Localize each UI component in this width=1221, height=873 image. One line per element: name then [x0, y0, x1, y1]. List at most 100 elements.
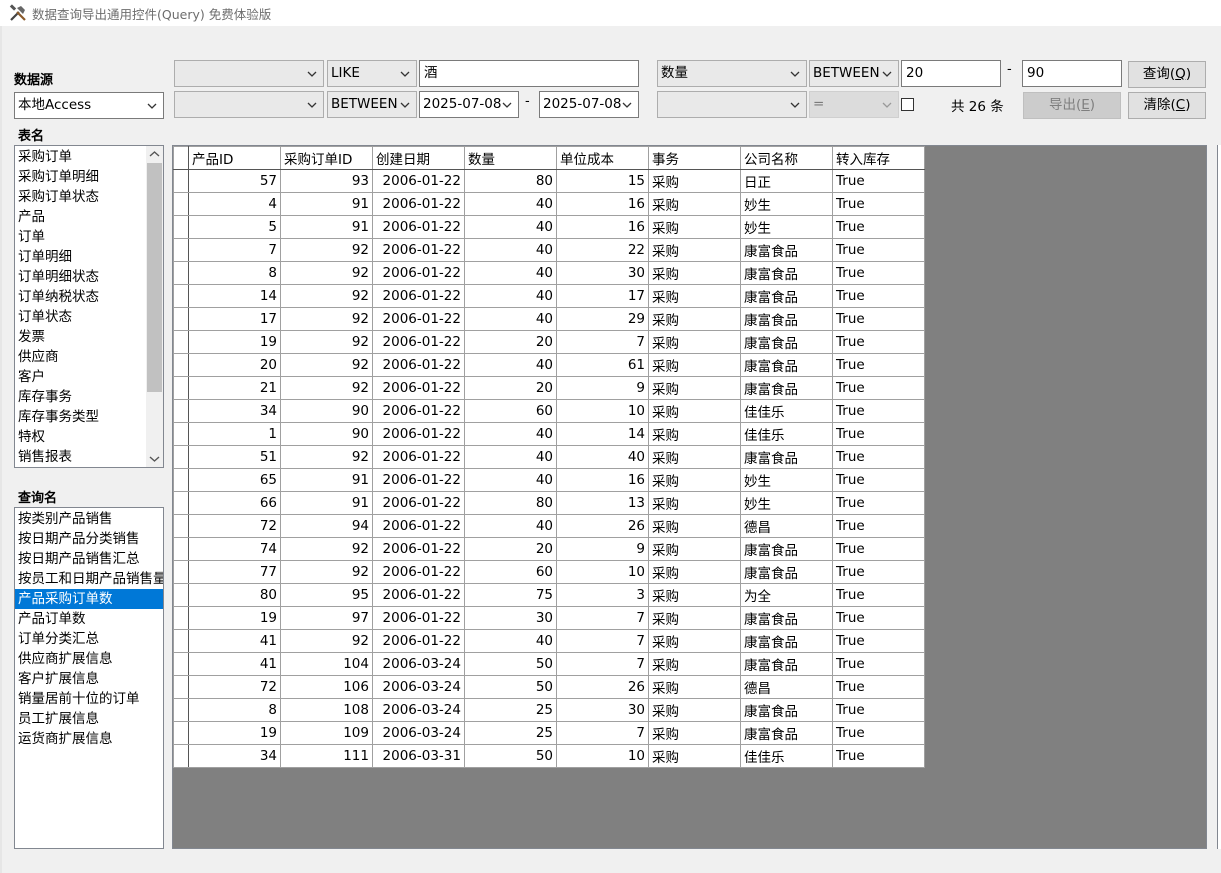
- table-cell[interactable]: 7: [556, 652, 649, 676]
- table-cell[interactable]: 14: [556, 422, 649, 446]
- table-cell[interactable]: 采购: [648, 744, 741, 768]
- query-list-item[interactable]: 员工扩展信息: [15, 709, 163, 729]
- table-cell[interactable]: 77: [188, 560, 281, 584]
- table-cell[interactable]: 德昌: [740, 675, 833, 699]
- filter1-value-input[interactable]: 酒: [419, 60, 639, 87]
- table-cell[interactable]: 康富食品: [740, 238, 833, 262]
- filter3-from-input[interactable]: 20: [901, 60, 1001, 87]
- table-cell[interactable]: 2006-01-22: [372, 284, 465, 308]
- table-cell[interactable]: 1: [188, 422, 281, 446]
- filter1-operator-select[interactable]: LIKE: [327, 60, 417, 87]
- table-row[interactable]: 4 91 2006-01-22 40 16 采购 妙生 True: [173, 192, 925, 216]
- row-header[interactable]: [173, 491, 189, 515]
- table-cell[interactable]: 5: [188, 215, 281, 239]
- table-cell[interactable]: True: [832, 721, 925, 745]
- table-cell[interactable]: 80: [464, 491, 557, 515]
- table-cell[interactable]: True: [832, 583, 925, 607]
- table-cell[interactable]: 40: [464, 514, 557, 538]
- table-cell[interactable]: 30: [556, 698, 649, 722]
- table-cell[interactable]: True: [832, 376, 925, 400]
- table-cell[interactable]: 92: [280, 537, 373, 561]
- table-row[interactable]: 72 94 2006-01-22 40 26 采购 德昌 True: [173, 514, 925, 538]
- table-cell[interactable]: 妙生: [740, 468, 833, 492]
- table-cell[interactable]: True: [832, 606, 925, 630]
- table-cell[interactable]: 40: [464, 307, 557, 331]
- table-cell[interactable]: 康富食品: [740, 353, 833, 377]
- table-cell[interactable]: 14: [188, 284, 281, 308]
- row-header[interactable]: [173, 284, 189, 308]
- table-cell[interactable]: True: [832, 445, 925, 469]
- table-cell[interactable]: 采购: [648, 422, 741, 446]
- table-cell[interactable]: 采购: [648, 192, 741, 216]
- row-header[interactable]: [173, 652, 189, 676]
- table-list-item[interactable]: 销售报表: [15, 447, 163, 467]
- table-cell[interactable]: 采购: [648, 169, 741, 193]
- table-cell[interactable]: 40: [464, 468, 557, 492]
- filter2-field-select[interactable]: [174, 91, 324, 118]
- table-cell[interactable]: 17: [556, 284, 649, 308]
- table-cell[interactable]: True: [832, 491, 925, 515]
- table-cell[interactable]: 佳佳乐: [740, 744, 833, 768]
- table-cell[interactable]: 92: [280, 284, 373, 308]
- table-cell[interactable]: True: [832, 675, 925, 699]
- table-cell[interactable]: True: [832, 468, 925, 492]
- queries-listbox[interactable]: 按类别产品销售 按日期产品分类销售 按日期产品销售汇总 按员工和日期产品销售量 产品采购…: [14, 507, 164, 849]
- table-cell[interactable]: 妙生: [740, 192, 833, 216]
- table-cell[interactable]: 91: [280, 215, 373, 239]
- table-list-item[interactable]: 采购订单状态: [15, 187, 163, 207]
- table-cell[interactable]: 8: [188, 261, 281, 285]
- table-cell[interactable]: 2006-01-22: [372, 307, 465, 331]
- table-cell[interactable]: 德昌: [740, 514, 833, 538]
- table-cell[interactable]: True: [832, 192, 925, 216]
- table-cell[interactable]: True: [832, 169, 925, 193]
- table-cell[interactable]: 26: [556, 675, 649, 699]
- table-row[interactable]: 20 92 2006-01-22 40 61 采购 康富食品 True: [173, 353, 925, 377]
- table-cell[interactable]: 40: [556, 445, 649, 469]
- table-cell[interactable]: 21: [188, 376, 281, 400]
- column-header[interactable]: 产品ID: [188, 146, 281, 170]
- row-header[interactable]: [173, 698, 189, 722]
- row-header[interactable]: [173, 261, 189, 285]
- table-cell[interactable]: 采购: [648, 514, 741, 538]
- table-cell[interactable]: 2006-01-22: [372, 376, 465, 400]
- table-cell[interactable]: 74: [188, 537, 281, 561]
- table-cell[interactable]: 10: [556, 744, 649, 768]
- table-list-item[interactable]: 订单纳税状态: [15, 287, 163, 307]
- table-cell[interactable]: 90: [280, 399, 373, 423]
- table-cell[interactable]: 20: [464, 537, 557, 561]
- table-cell[interactable]: 75: [464, 583, 557, 607]
- row-header[interactable]: [173, 169, 189, 193]
- table-cell[interactable]: 91: [280, 491, 373, 515]
- table-cell[interactable]: 92: [280, 560, 373, 584]
- filter1-field-select[interactable]: [174, 60, 324, 87]
- table-row[interactable]: 7 92 2006-01-22 40 22 采购 康富食品 True: [173, 238, 925, 262]
- tables-listbox[interactable]: 采购订单 采购订单明细 采购订单状态 产品 订单 订单明细 订单明细状态 订单纳税状态 订单状态…: [14, 145, 164, 468]
- table-cell[interactable]: 72: [188, 514, 281, 538]
- table-cell[interactable]: 2006-01-22: [372, 422, 465, 446]
- table-row[interactable]: 77 92 2006-01-22 60 10 采购 康富食品 True: [173, 560, 925, 584]
- table-cell[interactable]: 109: [280, 721, 373, 745]
- table-cell[interactable]: 92: [280, 238, 373, 262]
- table-cell[interactable]: 康富食品: [740, 652, 833, 676]
- query-button[interactable]: 查询(Q): [1128, 61, 1206, 88]
- column-header[interactable]: 公司名称: [740, 146, 833, 170]
- table-cell[interactable]: 17: [188, 307, 281, 331]
- table-row[interactable]: 8 92 2006-01-22 40 30 采购 康富食品 True: [173, 261, 925, 285]
- table-list-item[interactable]: 订单明细状态: [15, 267, 163, 287]
- table-cell[interactable]: 92: [280, 445, 373, 469]
- table-cell[interactable]: 2006-03-24: [372, 698, 465, 722]
- query-list-item[interactable]: 按日期产品分类销售: [15, 529, 163, 549]
- table-cell[interactable]: 50: [464, 652, 557, 676]
- column-header[interactable]: 创建日期: [372, 146, 465, 170]
- table-cell[interactable]: 61: [556, 353, 649, 377]
- table-cell[interactable]: 2006-03-24: [372, 652, 465, 676]
- table-cell[interactable]: 92: [280, 261, 373, 285]
- table-cell[interactable]: 采购: [648, 399, 741, 423]
- table-list-item[interactable]: 采购订单: [15, 147, 163, 167]
- scroll-down-icon[interactable]: [146, 450, 163, 467]
- table-cell[interactable]: 20: [188, 353, 281, 377]
- filter2-date-to[interactable]: 2025-07-08: [539, 91, 639, 118]
- table-cell[interactable]: 57: [188, 169, 281, 193]
- row-header[interactable]: [173, 514, 189, 538]
- row-header[interactable]: [173, 215, 189, 239]
